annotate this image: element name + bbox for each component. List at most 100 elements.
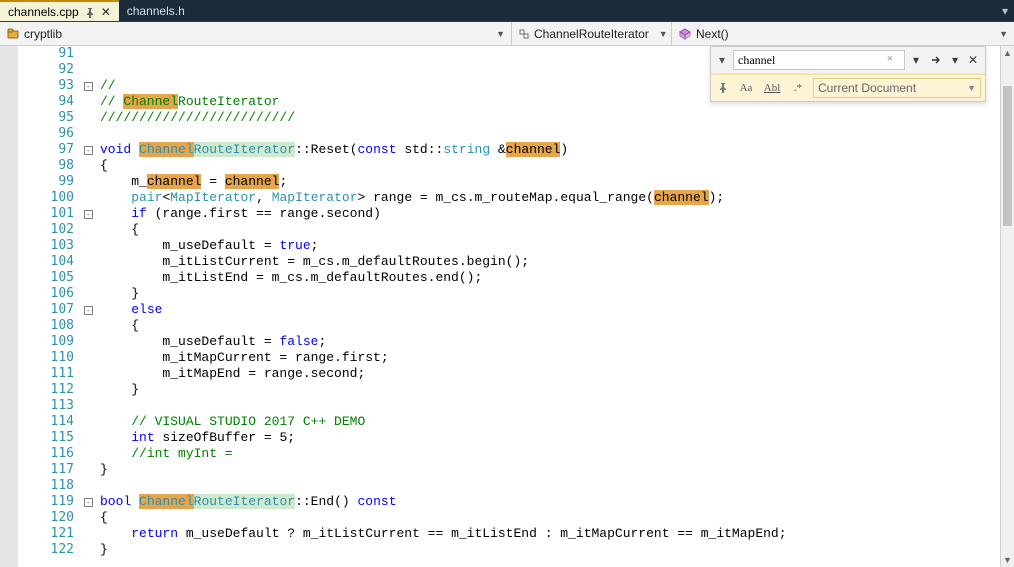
- vertical-scrollbar[interactable]: ▲ ▼: [1000, 46, 1014, 567]
- code-line[interactable]: //int myInt =: [100, 446, 1000, 462]
- breakpoint-slot[interactable]: [0, 254, 18, 270]
- code-line[interactable]: {: [100, 510, 1000, 526]
- breakpoint-slot[interactable]: [0, 94, 18, 110]
- breakpoint-slot[interactable]: [0, 46, 18, 62]
- breakpoint-slot[interactable]: [0, 414, 18, 430]
- code-line[interactable]: [100, 478, 1000, 494]
- fold-toggle[interactable]: -: [80, 206, 96, 222]
- breakpoint-slot[interactable]: [0, 222, 18, 238]
- search-scope-dropdown[interactable]: Current Document ▼: [813, 78, 981, 98]
- breakpoint-slot[interactable]: [0, 302, 18, 318]
- fold-toggle[interactable]: -: [80, 142, 96, 158]
- fold-toggle: [80, 478, 96, 494]
- breakpoint-slot[interactable]: [0, 430, 18, 446]
- whole-word-toggle[interactable]: Abl: [761, 78, 783, 98]
- breakpoint-slot[interactable]: [0, 78, 18, 94]
- line-number: 106: [18, 286, 74, 302]
- code-line[interactable]: {: [100, 318, 1000, 334]
- project-dropdown[interactable]: cryptlib ▼: [0, 22, 512, 45]
- breakpoint-slot[interactable]: [0, 190, 18, 206]
- breakpoint-slot[interactable]: [0, 62, 18, 78]
- code-line[interactable]: }: [100, 382, 1000, 398]
- breakpoint-margin[interactable]: [0, 46, 18, 567]
- breakpoint-slot[interactable]: [0, 174, 18, 190]
- pin-search-icon[interactable]: [715, 83, 731, 93]
- breakpoint-slot[interactable]: [0, 542, 18, 558]
- clear-search-icon[interactable]: ×: [887, 53, 893, 65]
- fold-toggle[interactable]: -: [80, 78, 96, 94]
- code-line[interactable]: m_itMapEnd = range.second;: [100, 366, 1000, 382]
- search-input[interactable]: [733, 50, 905, 70]
- code-line[interactable]: {: [100, 158, 1000, 174]
- code-line[interactable]: }: [100, 462, 1000, 478]
- outlining-margin[interactable]: - - - - -: [80, 46, 96, 567]
- code-line[interactable]: bool ChannelRouteIterator::End() const: [100, 494, 1000, 510]
- fold-toggle[interactable]: -: [80, 494, 96, 510]
- code-line[interactable]: int sizeOfBuffer = 5;: [100, 430, 1000, 446]
- function-dropdown[interactable]: Next() ▼: [672, 22, 1014, 45]
- code-line[interactable]: {: [100, 222, 1000, 238]
- code-line[interactable]: m_itListCurrent = m_cs.m_defaultRoutes.b…: [100, 254, 1000, 270]
- breakpoint-slot[interactable]: [0, 110, 18, 126]
- code-line[interactable]: return m_useDefault ? m_itListCurrent ==…: [100, 526, 1000, 542]
- breakpoint-slot[interactable]: [0, 142, 18, 158]
- code-line[interactable]: // VISUAL STUDIO 2017 C++ DEMO: [100, 414, 1000, 430]
- breakpoint-slot[interactable]: [0, 494, 18, 510]
- code-line[interactable]: }: [100, 286, 1000, 302]
- scroll-down-arrow[interactable]: ▼: [1001, 553, 1014, 567]
- breakpoint-slot[interactable]: [0, 318, 18, 334]
- tab-channels-h[interactable]: channels.h: [119, 0, 193, 21]
- fold-toggle[interactable]: -: [80, 302, 96, 318]
- expand-replace-toggle[interactable]: ▾: [715, 51, 729, 69]
- breakpoint-slot[interactable]: [0, 286, 18, 302]
- code-viewport[interactable]: //// ChannelRouteIterator///////////////…: [96, 46, 1000, 567]
- code-line[interactable]: pair<MapIterator, MapIterator> range = m…: [100, 190, 1000, 206]
- tab-overflow-button[interactable]: ▾: [996, 0, 1014, 21]
- tab-channels-cpp[interactable]: channels.cpp ✕: [0, 0, 119, 21]
- match-case-toggle[interactable]: Aa: [735, 78, 757, 98]
- find-next-button[interactable]: [927, 50, 945, 70]
- breakpoint-slot[interactable]: [0, 510, 18, 526]
- code-line[interactable]: void ChannelRouteIterator::Reset(const s…: [100, 142, 1000, 158]
- code-line[interactable]: m_itMapCurrent = range.first;: [100, 350, 1000, 366]
- code-line[interactable]: [100, 398, 1000, 414]
- breakpoint-slot[interactable]: [0, 334, 18, 350]
- code-line[interactable]: m_channel = channel;: [100, 174, 1000, 190]
- code-line[interactable]: /////////////////////////: [100, 110, 1000, 126]
- breakpoint-slot[interactable]: [0, 158, 18, 174]
- code-line[interactable]: m_useDefault = false;: [100, 334, 1000, 350]
- scroll-up-arrow[interactable]: ▲: [1001, 46, 1014, 60]
- regex-toggle[interactable]: .*: [787, 78, 809, 98]
- breakpoint-slot[interactable]: [0, 206, 18, 222]
- search-history-dropdown[interactable]: ▾: [909, 50, 923, 70]
- close-icon[interactable]: ✕: [101, 7, 111, 17]
- code-text[interactable]: //// ChannelRouteIterator///////////////…: [96, 46, 1000, 558]
- breakpoint-slot[interactable]: [0, 446, 18, 462]
- breakpoint-slot[interactable]: [0, 126, 18, 142]
- close-find-button[interactable]: ✕: [965, 50, 981, 70]
- chevron-down-icon: ▼: [967, 83, 976, 93]
- code-line[interactable]: else: [100, 302, 1000, 318]
- breakpoint-slot[interactable]: [0, 382, 18, 398]
- breakpoint-slot[interactable]: [0, 398, 18, 414]
- tabstrip-spacer: [193, 0, 996, 21]
- breakpoint-slot[interactable]: [0, 238, 18, 254]
- pin-icon[interactable]: [85, 7, 95, 17]
- code-line[interactable]: if (range.first == range.second): [100, 206, 1000, 222]
- code-line[interactable]: [100, 126, 1000, 142]
- code-line[interactable]: m_itListEnd = m_cs.m_defaultRoutes.end()…: [100, 270, 1000, 286]
- breakpoint-slot[interactable]: [0, 350, 18, 366]
- fold-toggle: [80, 334, 96, 350]
- breakpoint-slot[interactable]: [0, 478, 18, 494]
- code-line[interactable]: m_useDefault = true;: [100, 238, 1000, 254]
- line-number: 92: [18, 62, 74, 78]
- code-line[interactable]: }: [100, 542, 1000, 558]
- breakpoint-slot[interactable]: [0, 366, 18, 382]
- scrollbar-thumb[interactable]: [1003, 86, 1012, 226]
- class-dropdown[interactable]: ChannelRouteIterator ▼: [512, 22, 672, 45]
- breakpoint-slot[interactable]: [0, 526, 18, 542]
- breakpoint-slot[interactable]: [0, 270, 18, 286]
- fold-toggle: [80, 430, 96, 446]
- breakpoint-slot[interactable]: [0, 462, 18, 478]
- find-next-dropdown[interactable]: ▾: [949, 50, 961, 70]
